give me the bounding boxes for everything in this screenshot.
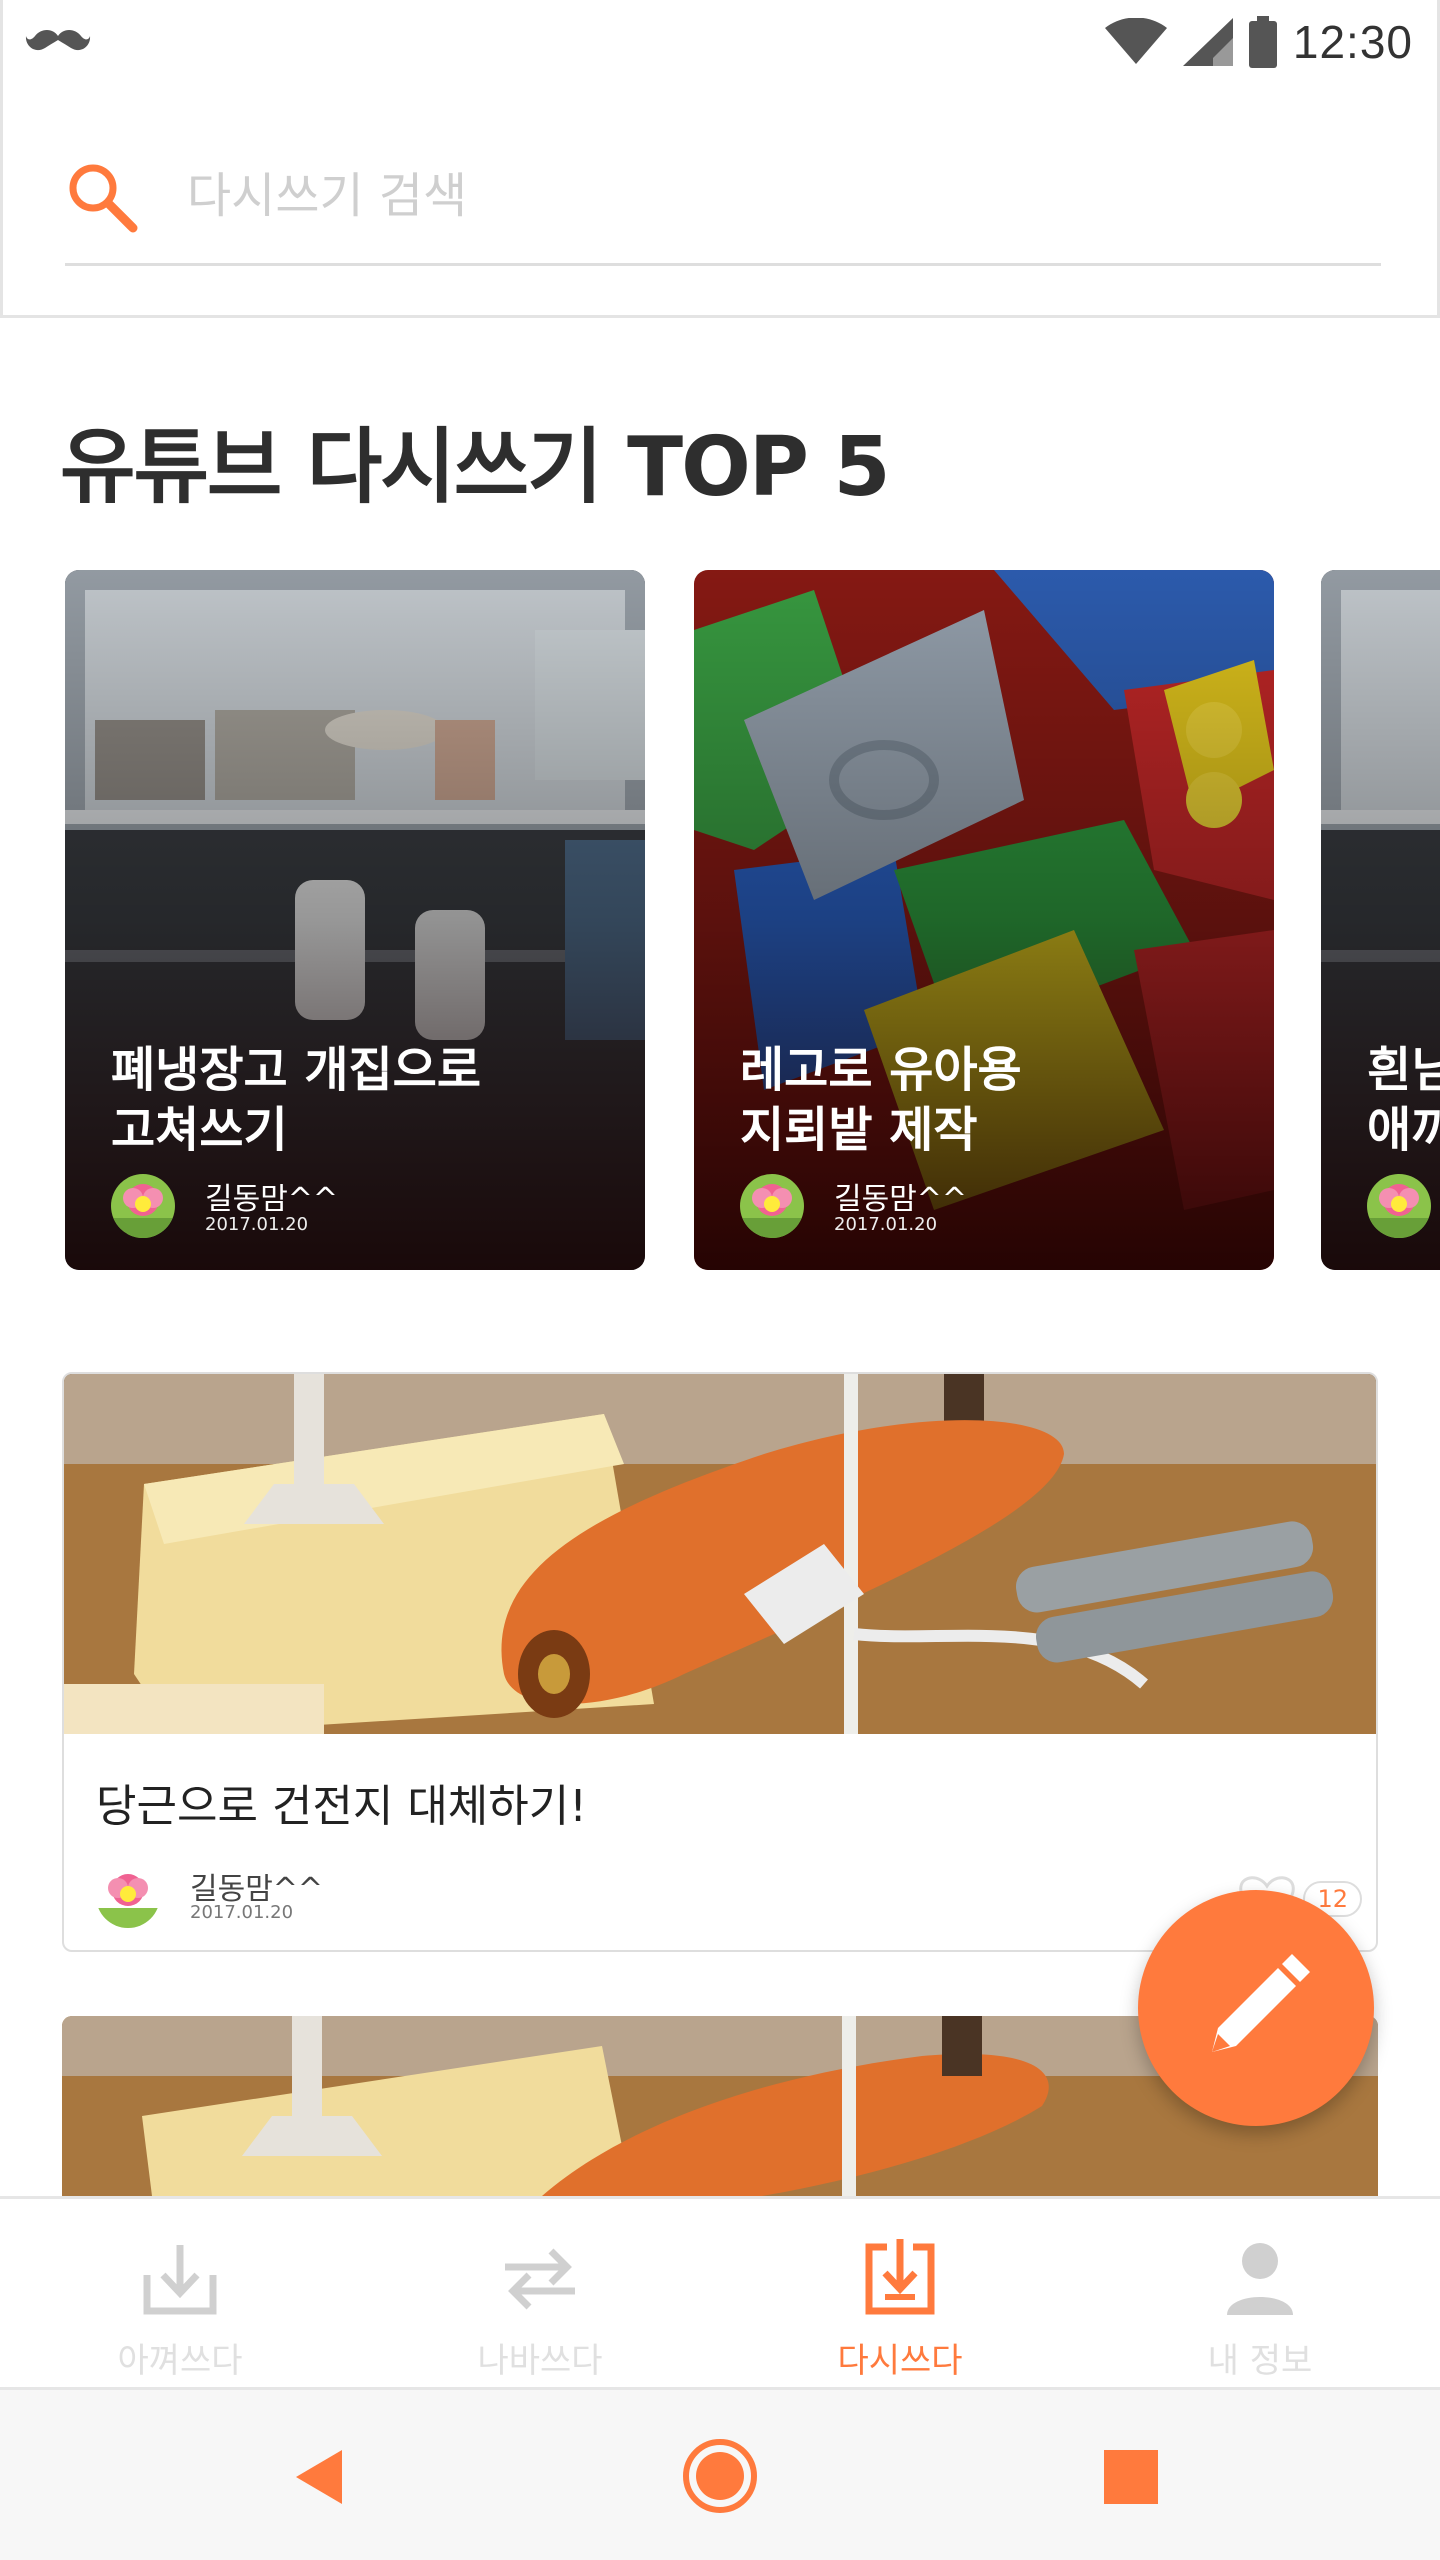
bottom-nav: 아껴쓰다 나바쓰다 다시쓰다 내 정보 xyxy=(0,2196,1440,2390)
top-card[interactable]: 레고로 유아용 지뢰밭 제작 길동맘^^ 2017.01.20 xyxy=(694,570,1274,1270)
card-title: 폐냉장고 개집으로 고쳐쓰기 xyxy=(111,1042,481,1158)
search-icon[interactable] xyxy=(65,160,139,234)
post-title: 당근으로 건전지 대체하기! xyxy=(96,1781,587,1832)
status-bar: 12:30 xyxy=(3,0,1440,84)
card-title: 레고로 유아용 지뢰밭 제작 xyxy=(740,1042,1022,1158)
exchange-arrows-icon xyxy=(505,2248,575,2310)
card-shade xyxy=(1321,570,1440,1270)
top5-carousel[interactable]: 폐냉장고 개집으로 고쳐쓰기 길동맘^^ 2017.01.20 레고로 유아용 … xyxy=(0,570,1440,1270)
battery-icon xyxy=(1248,16,1277,68)
app-header: 12:30 xyxy=(0,0,1440,318)
reuse-tray-icon xyxy=(865,2239,935,2315)
post-date: 2017.01.20 xyxy=(190,1902,294,1923)
recents-square-icon[interactable] xyxy=(1096,2442,1166,2512)
nav-tab-save[interactable]: 아껴쓰다 xyxy=(0,2199,360,2387)
nav-label: 나바쓰다 xyxy=(477,2341,603,2381)
signal-icon xyxy=(1182,18,1233,66)
nav-label: 내 정보 xyxy=(1207,2341,1313,2381)
avatar xyxy=(111,1174,175,1238)
card-title: 흰님 애끼 xyxy=(1367,1042,1440,1158)
nav-tab-profile[interactable]: 내 정보 xyxy=(1080,2199,1440,2387)
clock: 12:30 xyxy=(1292,16,1413,68)
card-date: 2017.01.20 xyxy=(834,1214,938,1235)
card-author: 길동맘^^ xyxy=(205,1182,339,1217)
wifi-icon xyxy=(1104,18,1167,64)
search-bar[interactable] xyxy=(65,150,1381,266)
home-circle-icon[interactable] xyxy=(680,2436,760,2516)
nav-tab-reuse[interactable]: 다시쓰다 xyxy=(720,2199,1080,2387)
download-tray-icon xyxy=(143,2245,217,2315)
card-shade xyxy=(65,570,645,1270)
post-image-carrot xyxy=(64,1374,1376,1734)
nav-label: 아껴쓰다 xyxy=(117,2341,243,2381)
top-card[interactable]: 폐냉장고 개집으로 고쳐쓰기 길동맘^^ 2017.01.20 xyxy=(65,570,645,1270)
card-date: 2017.01.20 xyxy=(205,1214,309,1235)
top-card[interactable]: 흰님 애끼 xyxy=(1321,570,1440,1270)
back-triangle-icon[interactable] xyxy=(284,2442,354,2512)
avatar xyxy=(96,1864,160,1928)
system-nav-bar xyxy=(0,2390,1440,2560)
avatar xyxy=(740,1174,804,1238)
avatar xyxy=(1367,1174,1431,1238)
person-icon xyxy=(1227,2243,1293,2315)
mustache-icon xyxy=(25,30,91,51)
nav-tab-share[interactable]: 나바쓰다 xyxy=(360,2199,720,2387)
post-card[interactable]: 당근으로 건전지 대체하기! 길동맘^^ 2017.01.20 12 xyxy=(62,1372,1378,1952)
status-icons: 12:30 xyxy=(1104,14,1413,70)
card-author: 길동맘^^ xyxy=(834,1182,968,1217)
search-input[interactable] xyxy=(185,164,1085,228)
pencil-icon xyxy=(1212,1954,1310,2052)
section-title: 유튜브 다시쓰기 TOP 5 xyxy=(60,420,891,515)
card-shade xyxy=(694,570,1274,1270)
write-fab[interactable] xyxy=(1138,1890,1374,2126)
nav-label: 다시쓰다 xyxy=(837,2341,963,2381)
